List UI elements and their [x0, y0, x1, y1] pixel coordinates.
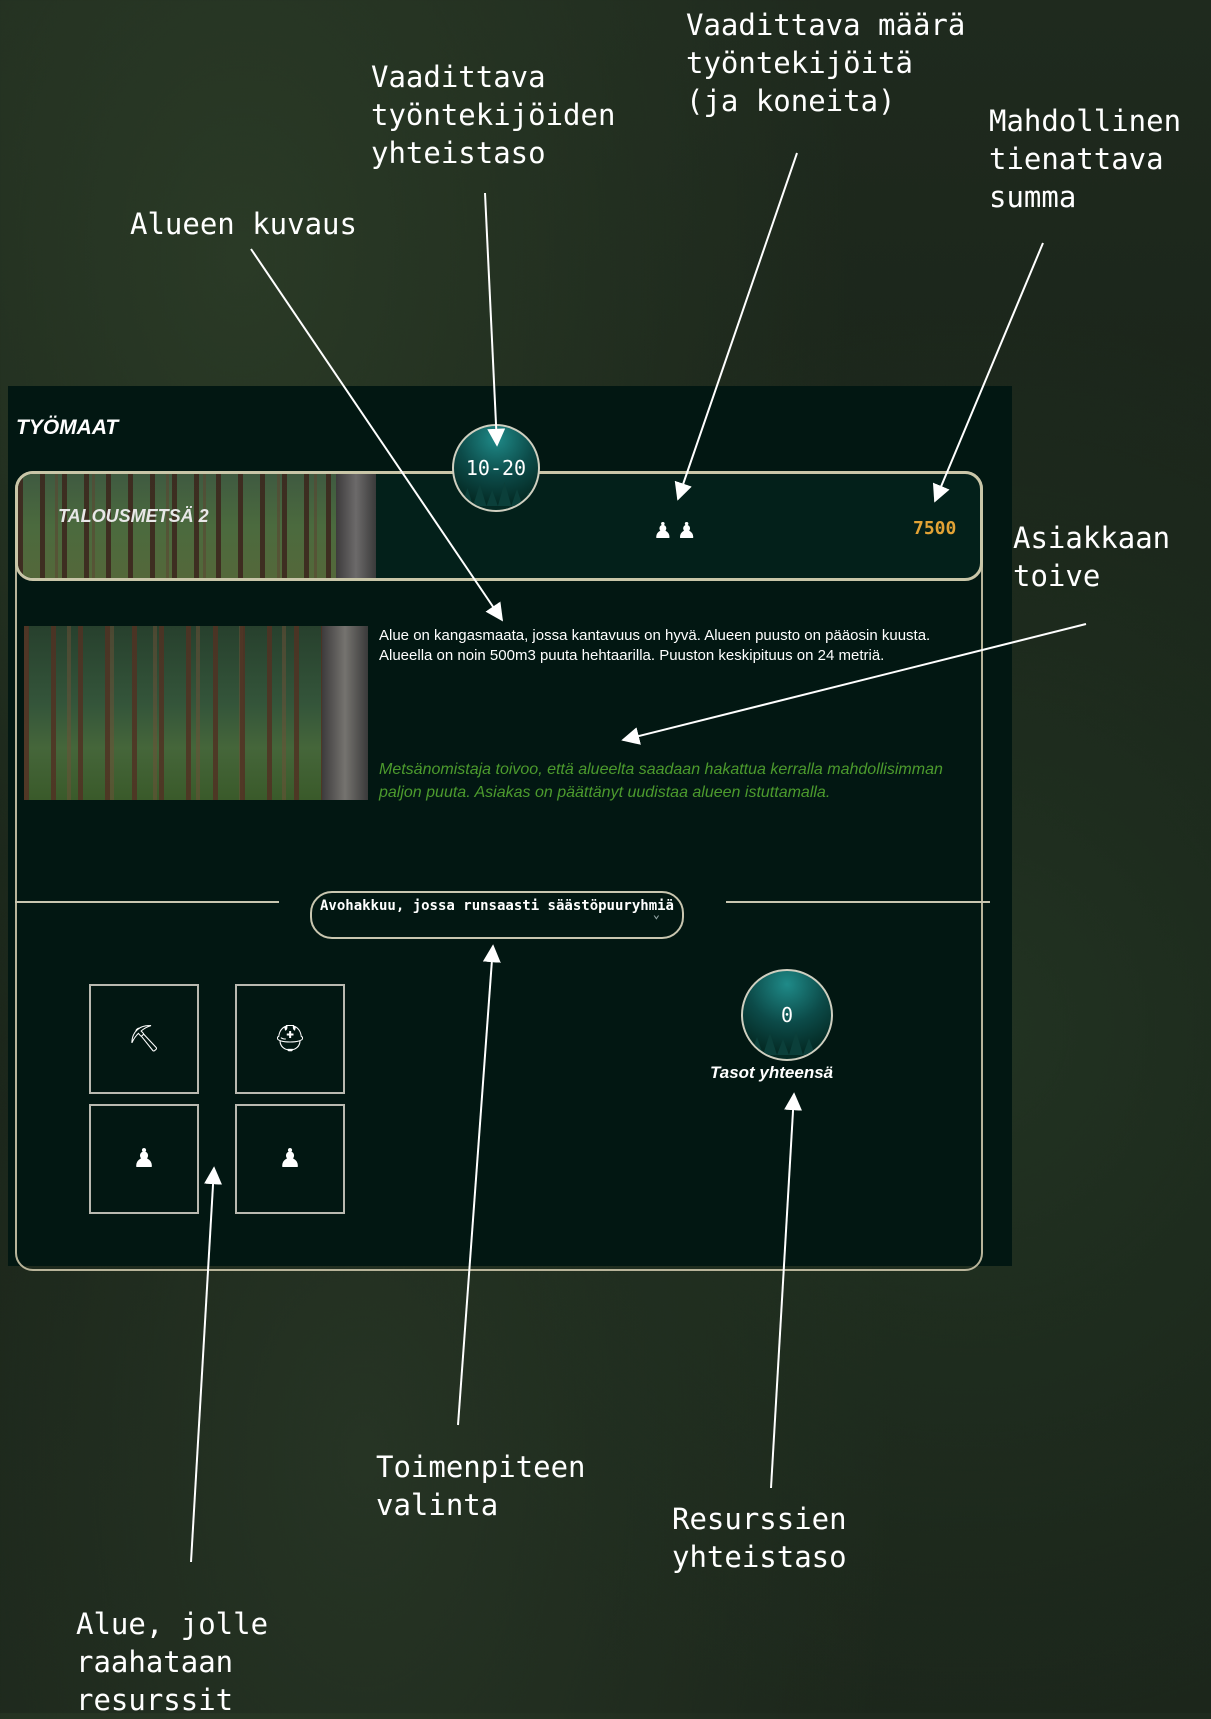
annotation-area-description: Alueen kuvaus: [130, 207, 357, 241]
photo-trunk: [322, 626, 368, 800]
customer-wish: Metsänomistaja toivoo, että alueelta saa…: [379, 761, 943, 801]
annotation-resource-level: Resurssien yhteistaso: [672, 1502, 847, 1574]
total-levels-badge: 0: [741, 969, 833, 1061]
reward-amount: 7500: [913, 518, 957, 539]
annotation-required-level: Vaadittava työntekijöiden yhteistaso: [371, 60, 616, 170]
chevron-down-icon: ⌄: [652, 907, 660, 921]
action-select-value: Avohakkuu, jossa runsaasti säästöpuuryhm…: [319, 898, 674, 914]
helmet-icon: ⛑: [273, 1024, 307, 1054]
area-description: Alue on kangasmaata, jossa kantavuus on …: [379, 627, 931, 664]
worker-icon: ♟: [278, 1144, 302, 1174]
annotation-resource-drop-area: Alue, jolle raahataan resurssit: [76, 1607, 269, 1717]
header-trunk-image: [336, 474, 376, 578]
annotation-possible-earnings: Mahdollinen tienattava summa: [989, 104, 1182, 214]
area-photo: [24, 626, 368, 800]
resource-slot-worker-2[interactable]: ♟: [235, 1104, 345, 1214]
axe-icon: ⛏: [127, 1024, 161, 1054]
annotation-required-workers: Vaadittava määrä työntekijöitä (ja konei…: [686, 8, 966, 118]
tree-silhouette-icon: [751, 1031, 827, 1055]
required-level-badge: 10-20: [452, 424, 540, 512]
total-levels-value: 0: [780, 1003, 794, 1027]
resource-slot-axe[interactable]: ⛏: [89, 984, 199, 1094]
worksite-name: TALOUSMETSÄ 2: [58, 506, 209, 526]
resource-slot-helmet[interactable]: ⛑: [235, 984, 345, 1094]
divider-right: [726, 901, 990, 903]
divider-left: [15, 901, 279, 903]
panel-title: TYÖMAAT: [16, 416, 119, 439]
resource-slot-worker-1[interactable]: ♟: [89, 1104, 199, 1214]
annotation-action-selection: Toimenpiteen valinta: [376, 1450, 586, 1522]
required-workers-icons: ♟♟: [653, 519, 701, 544]
worksites-panel: TYÖMAAT TALOUSMETSÄ 2 ♟♟ 7500 10-20 Alue…: [8, 386, 1012, 1271]
total-levels-label: Tasot yhteensä: [710, 1063, 834, 1082]
worker-icon: ♟: [132, 1144, 156, 1174]
required-level-value: 10-20: [465, 456, 527, 480]
tree-silhouette-icon: [461, 482, 535, 506]
annotation-customer-wish: Asiakkaan toive: [1013, 521, 1171, 593]
action-select[interactable]: Avohakkuu, jossa runsaasti säästöpuuryhm…: [310, 891, 684, 939]
